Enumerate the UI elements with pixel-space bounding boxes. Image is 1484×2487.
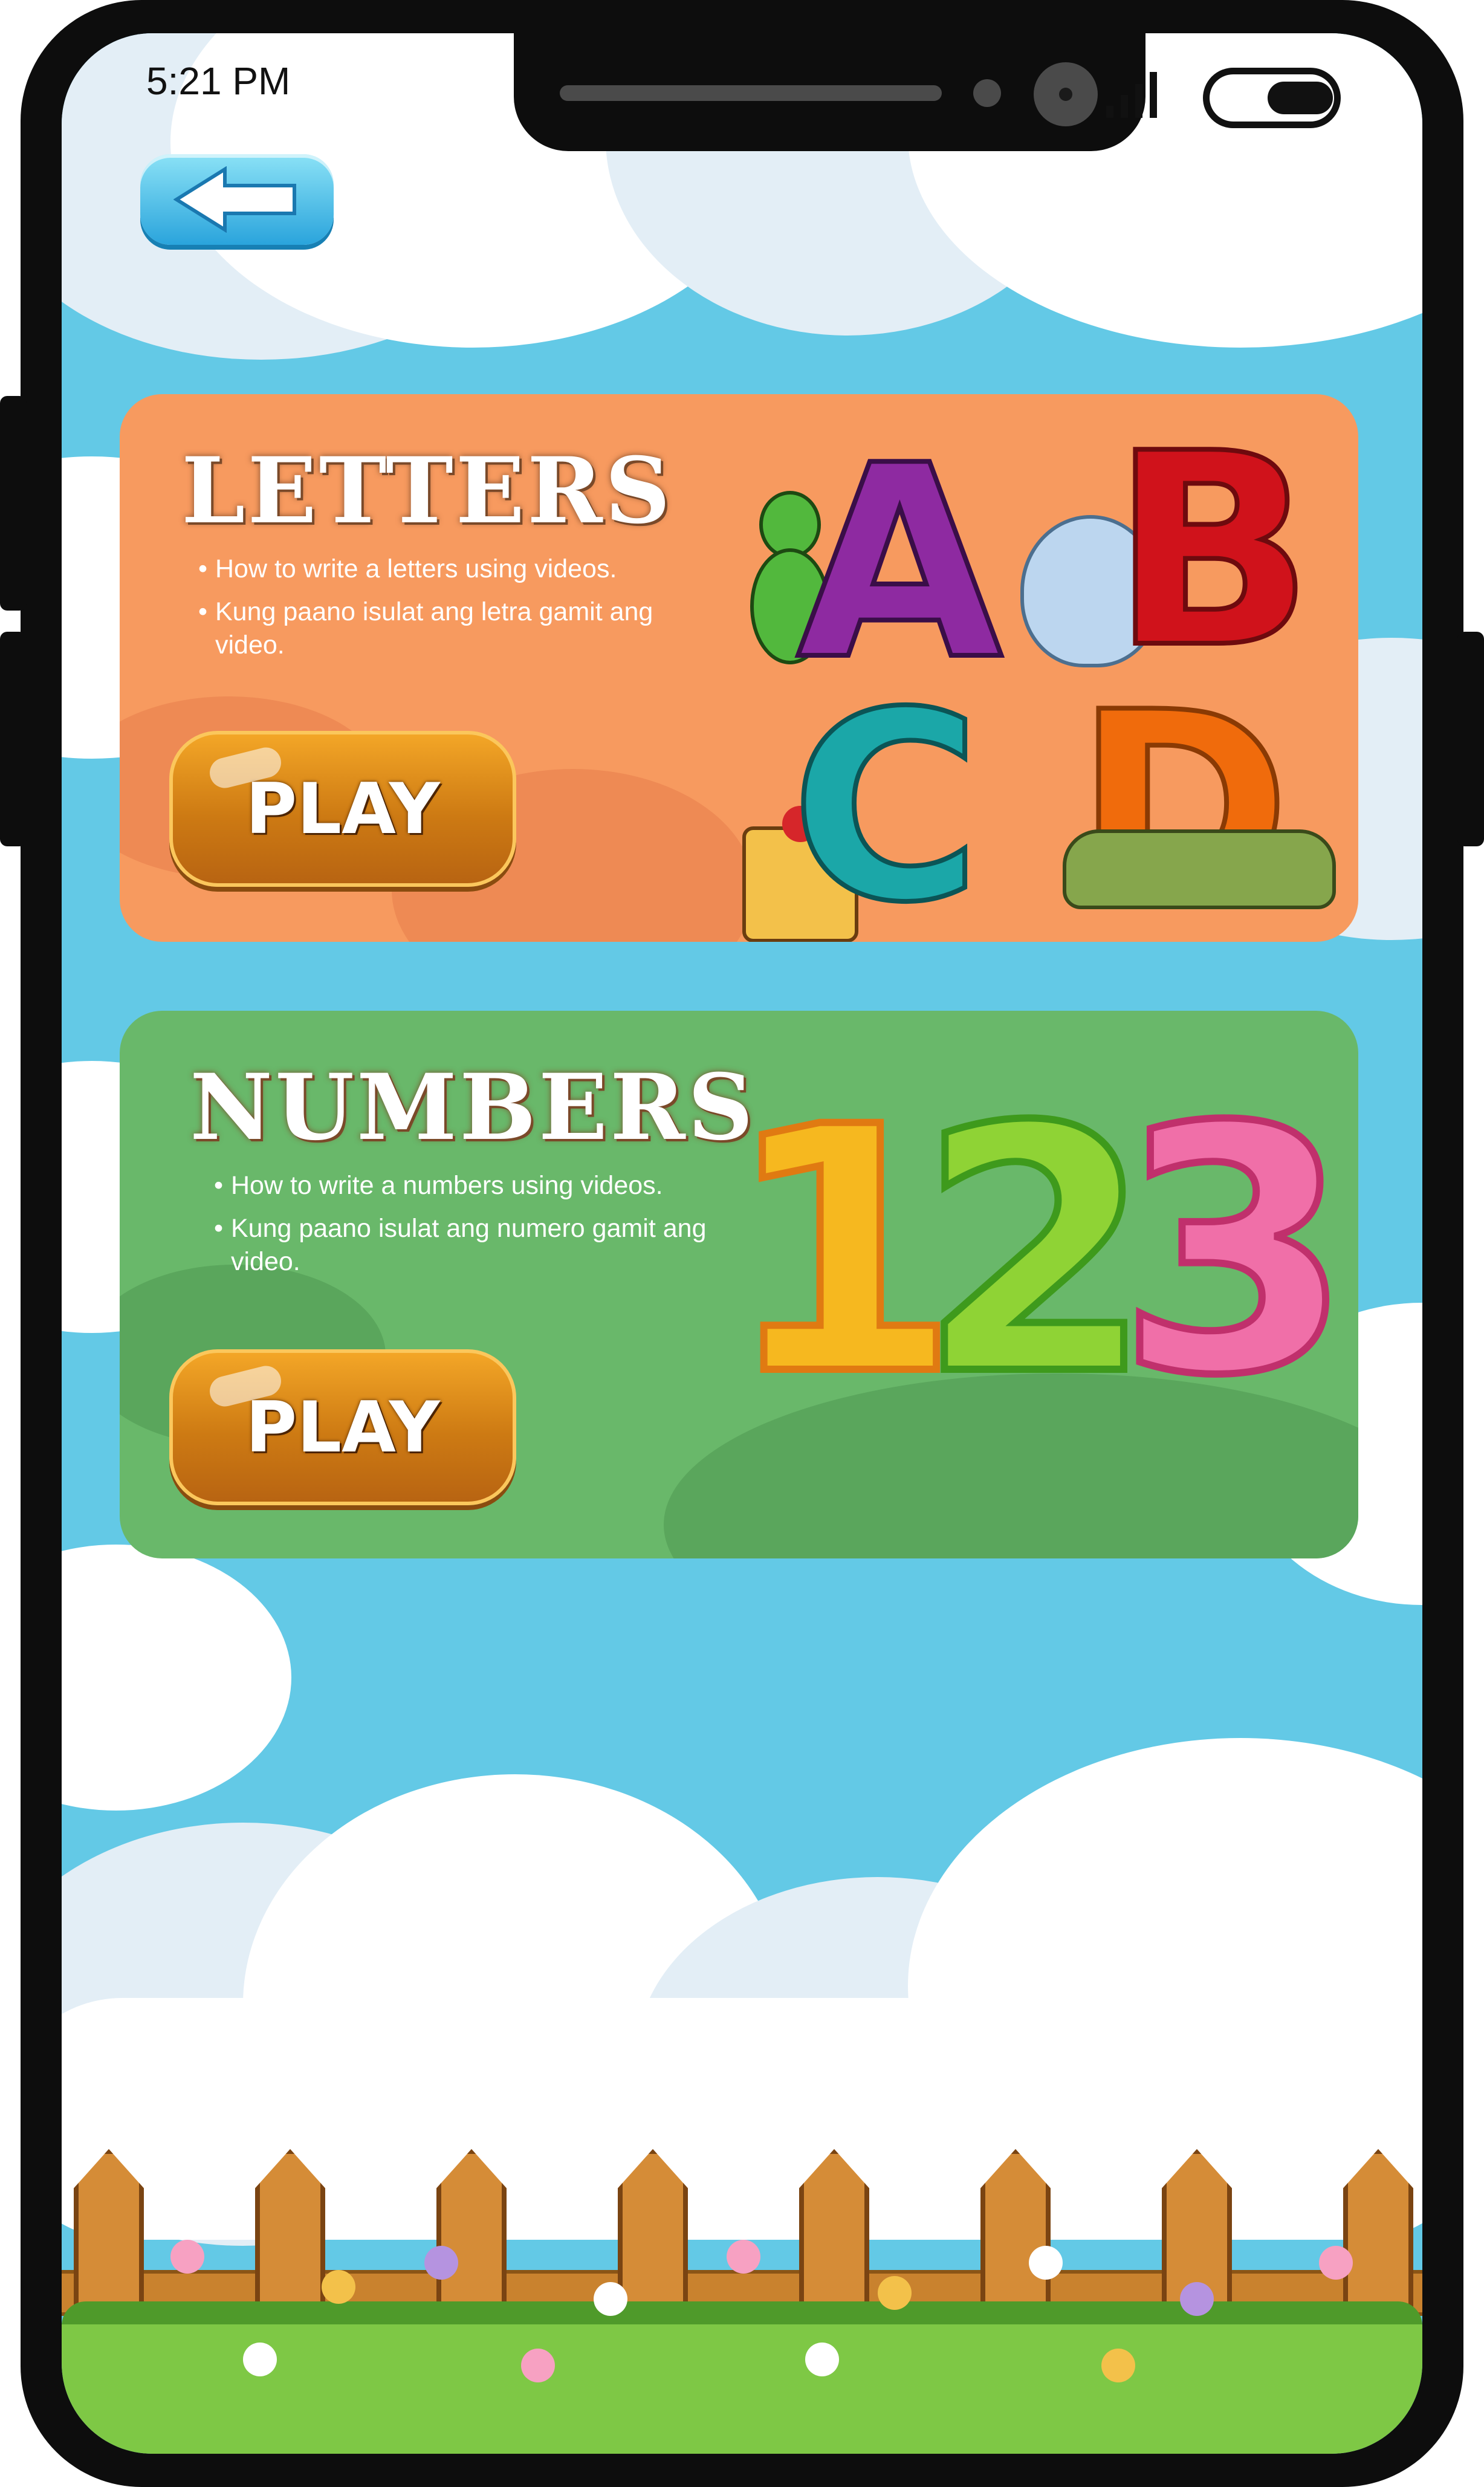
signal-icon <box>1106 70 1173 118</box>
flower <box>170 2240 204 2274</box>
flower <box>805 2343 839 2376</box>
letters-description: How to write a letters using videos. Kun… <box>198 553 694 672</box>
numbers-bullet-tl: Kung paano isulat ang numero gamit ang v… <box>214 1212 710 1279</box>
side-button-left-upper <box>0 396 27 611</box>
flower <box>727 2240 760 2274</box>
flower <box>878 2276 912 2310</box>
letters-bullet-tl: Kung paano isulat ang letra gamit ang vi… <box>198 595 694 662</box>
letter-c: C <box>788 657 984 942</box>
side-button-left-lower <box>0 632 27 846</box>
flower <box>1029 2246 1063 2280</box>
flower <box>1180 2282 1214 2316</box>
flower <box>1319 2246 1353 2280</box>
side-button-right <box>1457 632 1484 846</box>
flower <box>424 2246 458 2280</box>
letter-a: A <box>794 409 1005 718</box>
front-camera <box>1034 62 1098 126</box>
flower <box>243 2343 277 2376</box>
numbers-bullet-en: How to write a numbers using videos. <box>214 1169 710 1202</box>
numbers-description: How to write a numbers using videos. Kun… <box>214 1169 710 1288</box>
numbers-play-button[interactable]: PLAY <box>169 1349 516 1505</box>
back-button[interactable] <box>140 154 334 245</box>
digit-three: 3 <box>1113 1055 1356 1450</box>
flower <box>521 2349 555 2382</box>
phone-notch <box>514 33 1145 151</box>
sensor-dot <box>973 79 1001 107</box>
flower <box>594 2282 627 2316</box>
back-arrow-icon <box>173 166 296 233</box>
numbers-card: NUMBERS How to write a numbers using vid… <box>120 1011 1358 1558</box>
letters-play-button[interactable]: PLAY <box>169 731 516 887</box>
status-time: 5:21 PM <box>146 59 291 103</box>
numbers-title: NUMBERS <box>190 1054 756 1161</box>
flower <box>1101 2349 1135 2382</box>
flower <box>322 2270 355 2304</box>
speaker-grille <box>560 85 942 101</box>
battery-icon <box>1203 68 1341 128</box>
letters-title: LETTERS <box>181 438 673 544</box>
app-screen: 5:21 PM LETTERS How to write a letters u… <box>62 33 1422 2454</box>
dinosaur-mascot <box>1063 829 1336 909</box>
letters-bullet-en: How to write a letters using videos. <box>198 553 694 586</box>
letters-card: LETTERS How to write a letters using vid… <box>120 394 1358 942</box>
letter-b: B <box>1109 397 1316 706</box>
battery-level <box>1268 82 1333 114</box>
